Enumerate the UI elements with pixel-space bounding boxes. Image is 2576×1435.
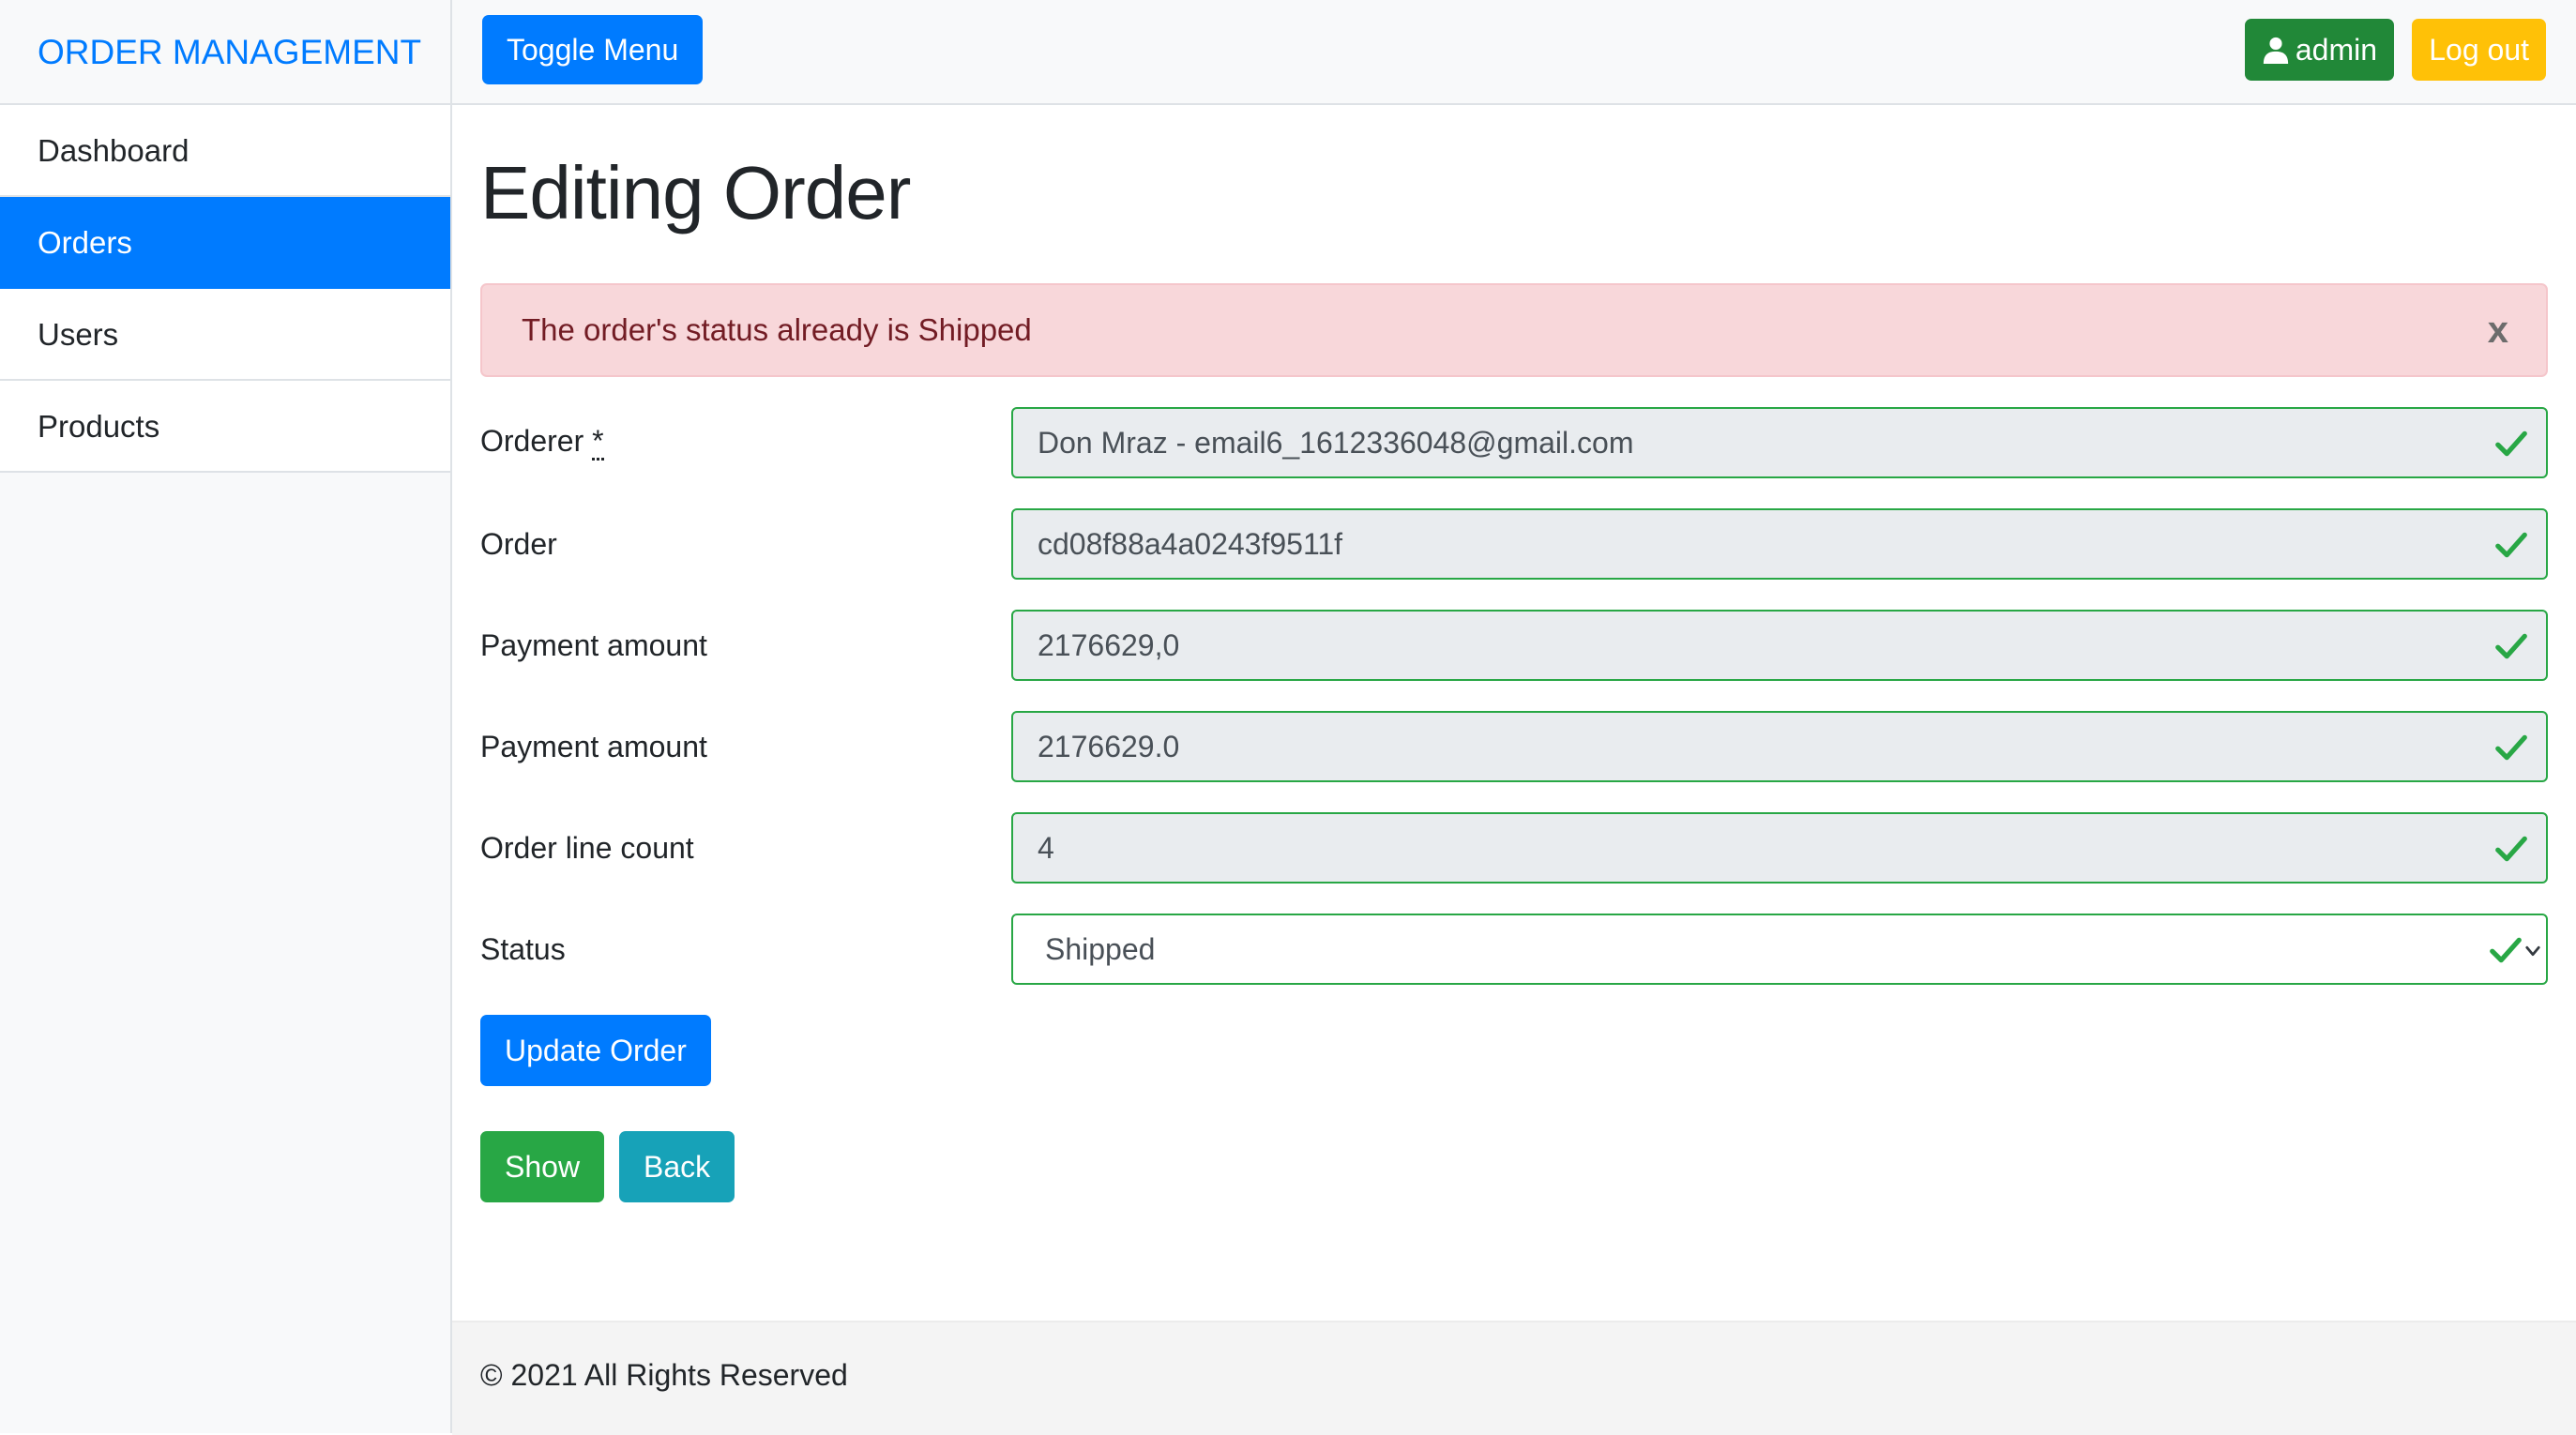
- orderer-field[interactable]: Don Mraz - email6_1612336048@gmail.com: [1011, 407, 2548, 478]
- alert-message: The order's status already is Shipped: [522, 312, 1032, 347]
- order-line-count-label: Order line count: [480, 831, 694, 865]
- orderer-value: Don Mraz - email6_1612336048@gmail.com: [1038, 426, 1634, 460]
- show-button[interactable]: Show: [480, 1131, 605, 1202]
- order-value: cd08f88a4a0243f9511f: [1038, 527, 1343, 561]
- order-field[interactable]: cd08f88a4a0243f9511f: [1011, 508, 2548, 580]
- back-button[interactable]: Back: [619, 1131, 735, 1202]
- order-label: Order: [480, 527, 557, 561]
- payment-amount-decimal-label: Payment amount: [480, 730, 707, 763]
- payment-amount-decimal-value: 2176629.0: [1038, 730, 1180, 763]
- check-icon: [2495, 532, 2527, 558]
- check-icon: [2495, 633, 2527, 659]
- check-icon: [2495, 734, 2527, 761]
- payment-amount-value: 2176629,0: [1038, 628, 1180, 662]
- status-label: Status: [480, 932, 566, 966]
- logout-button[interactable]: Log out: [2412, 19, 2546, 81]
- sidebar: ORDER MANAGEMENT Dashboard Orders Users …: [0, 0, 452, 1433]
- order-line-count-value: 4: [1038, 831, 1054, 865]
- sidebar-item-dashboard[interactable]: Dashboard: [0, 105, 450, 197]
- sidebar-item-users[interactable]: Users: [0, 289, 450, 381]
- orderer-label: Orderer *: [480, 424, 604, 461]
- chevron-down-icon: [2525, 945, 2540, 957]
- toggle-menu-button[interactable]: Toggle Menu: [482, 15, 704, 84]
- top-navbar: Toggle Menu admin Log out: [452, 0, 2576, 105]
- payment-amount-field[interactable]: 2176629,0: [1011, 610, 2548, 681]
- check-icon: [2495, 836, 2527, 862]
- sidebar-item-orders[interactable]: Orders: [0, 197, 450, 289]
- check-icon: [2495, 430, 2527, 457]
- alert-close-button[interactable]: x: [2488, 285, 2508, 375]
- payment-amount-label: Payment amount: [480, 628, 707, 662]
- order-line-count-field[interactable]: 4: [1011, 812, 2548, 884]
- brand-title[interactable]: ORDER MANAGEMENT: [0, 0, 450, 105]
- user-icon: [2263, 37, 2288, 64]
- status-value: Shipped: [1045, 932, 1156, 966]
- check-icon: [2490, 937, 2522, 963]
- admin-user-label: admin: [2295, 33, 2377, 67]
- required-mark: *: [592, 424, 604, 461]
- update-order-button[interactable]: Update Order: [480, 1015, 711, 1086]
- admin-user-button[interactable]: admin: [2244, 19, 2394, 81]
- error-alert: The order's status already is Shipped x: [480, 283, 2548, 377]
- payment-amount-decimal-field[interactable]: 2176629.0: [1011, 711, 2548, 782]
- status-select[interactable]: Shipped: [1011, 914, 2548, 985]
- footer: © 2021 All Rights Reserved: [452, 1321, 2576, 1435]
- copyright-text: © 2021 All Rights Reserved: [480, 1358, 848, 1392]
- sidebar-item-products[interactable]: Products: [0, 381, 450, 473]
- page-title: Editing Order: [480, 151, 911, 234]
- orderer-label-text: Orderer: [480, 424, 584, 458]
